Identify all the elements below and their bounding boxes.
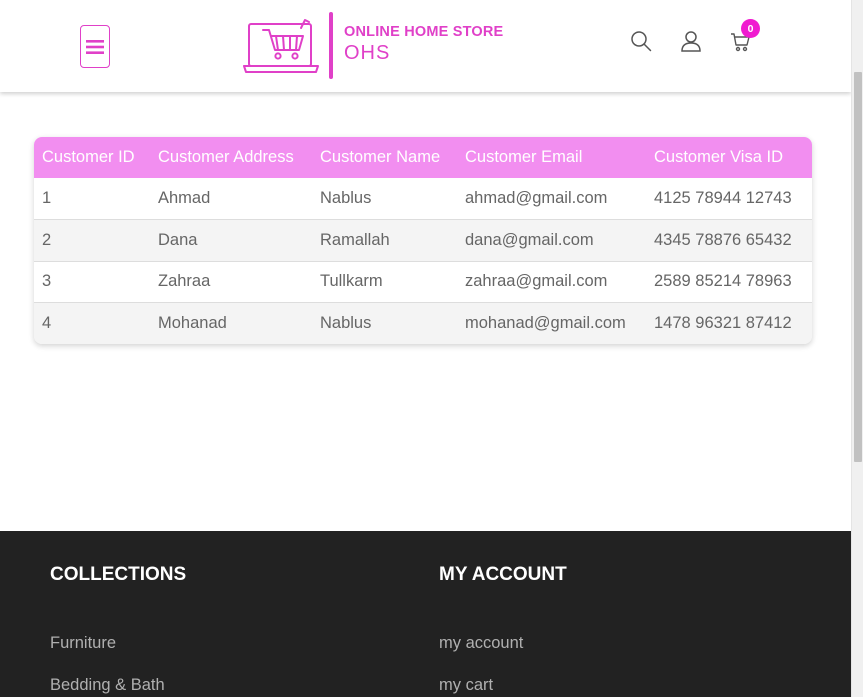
column-header-customer-address: Customer Address bbox=[158, 148, 294, 166]
cell-customer-name: Nablus bbox=[312, 302, 457, 344]
account-button[interactable] bbox=[680, 30, 702, 52]
search-button[interactable] bbox=[630, 30, 652, 52]
customers-table: Customer ID Customer Address Customer Na… bbox=[34, 137, 812, 344]
search-icon bbox=[631, 31, 652, 52]
cell-customer-id: 2 bbox=[34, 219, 150, 262]
logo-divider bbox=[329, 12, 333, 79]
page: ONLINE HOME STORE OHS 0 Customer ID Cust… bbox=[0, 0, 851, 697]
table-row: 1 Ahmad Nablus ahmad@gmail.com 4125 7894… bbox=[34, 178, 812, 220]
cell-customer-address: Zahraa bbox=[150, 261, 312, 303]
cell-customer-email: ahmad@gmail.com bbox=[457, 178, 646, 220]
column-header-customer-id: Customer ID bbox=[42, 148, 135, 166]
cell-customer-visa-id: 4125 78944 12743 bbox=[646, 178, 812, 220]
site-footer: COLLECTIONS Furniture Bedding & Bath MY … bbox=[0, 531, 851, 697]
vertical-scrollbar[interactable] bbox=[851, 0, 863, 697]
cell-customer-visa-id: 1478 96321 87412 bbox=[646, 302, 812, 344]
site-logo[interactable]: ONLINE HOME STORE OHS bbox=[243, 12, 513, 80]
cell-customer-name: Ramallah bbox=[312, 219, 457, 262]
footer-my-account: MY ACCOUNT my account my cart bbox=[439, 564, 567, 697]
user-icon bbox=[681, 31, 701, 52]
cell-customer-name: Tullkarm bbox=[312, 261, 457, 303]
table-header-row: Customer ID Customer Address Customer Na… bbox=[34, 137, 812, 178]
table-row: 4 Mohanad Nablus mohanad@gmail.com 1478 … bbox=[34, 302, 812, 344]
cell-customer-address: Mohanad bbox=[150, 302, 312, 344]
table-row: 3 Zahraa Tullkarm zahraa@gmail.com 2589 … bbox=[34, 261, 812, 303]
cell-customer-address: Dana bbox=[150, 219, 312, 262]
footer-link-my-cart[interactable]: my cart bbox=[439, 676, 567, 697]
cell-customer-email: dana@gmail.com bbox=[457, 219, 646, 262]
cell-customer-id: 3 bbox=[34, 261, 150, 303]
column-header-customer-visa-id: Customer Visa ID bbox=[654, 148, 783, 166]
brand-name: ONLINE HOME STORE bbox=[344, 24, 504, 40]
menu-button[interactable] bbox=[80, 25, 110, 68]
cart-count-badge: 0 bbox=[741, 19, 760, 38]
footer-collections: COLLECTIONS Furniture Bedding & Bath bbox=[50, 564, 186, 697]
footer-link-bedding-bath[interactable]: Bedding & Bath bbox=[50, 676, 186, 697]
laptop-cart-logo-icon bbox=[243, 19, 319, 73]
table-row: 2 Dana Ramallah dana@gmail.com 4345 7887… bbox=[34, 219, 812, 262]
cell-customer-id: 4 bbox=[34, 302, 150, 344]
cell-customer-name: Nablus bbox=[312, 178, 457, 220]
cell-customer-id: 1 bbox=[34, 178, 150, 220]
cell-customer-address: Ahmad bbox=[150, 178, 312, 220]
footer-link-my-account[interactable]: my account bbox=[439, 634, 567, 676]
menu-icon bbox=[86, 39, 104, 54]
site-header: ONLINE HOME STORE OHS 0 bbox=[0, 0, 851, 92]
column-header-customer-name: Customer Name bbox=[320, 148, 441, 166]
cell-customer-email: mohanad@gmail.com bbox=[457, 302, 646, 344]
footer-link-furniture[interactable]: Furniture bbox=[50, 634, 186, 676]
cell-customer-email: zahraa@gmail.com bbox=[457, 261, 646, 303]
scrollbar-thumb[interactable] bbox=[854, 72, 862, 462]
footer-collections-title: COLLECTIONS bbox=[50, 564, 187, 585]
column-header-customer-email: Customer Email bbox=[465, 148, 583, 166]
brand-short: OHS bbox=[344, 42, 391, 64]
footer-account-title: MY ACCOUNT bbox=[439, 564, 567, 585]
cell-customer-visa-id: 4345 78876 65432 bbox=[646, 219, 812, 262]
cell-customer-visa-id: 2589 85214 78963 bbox=[646, 261, 812, 303]
